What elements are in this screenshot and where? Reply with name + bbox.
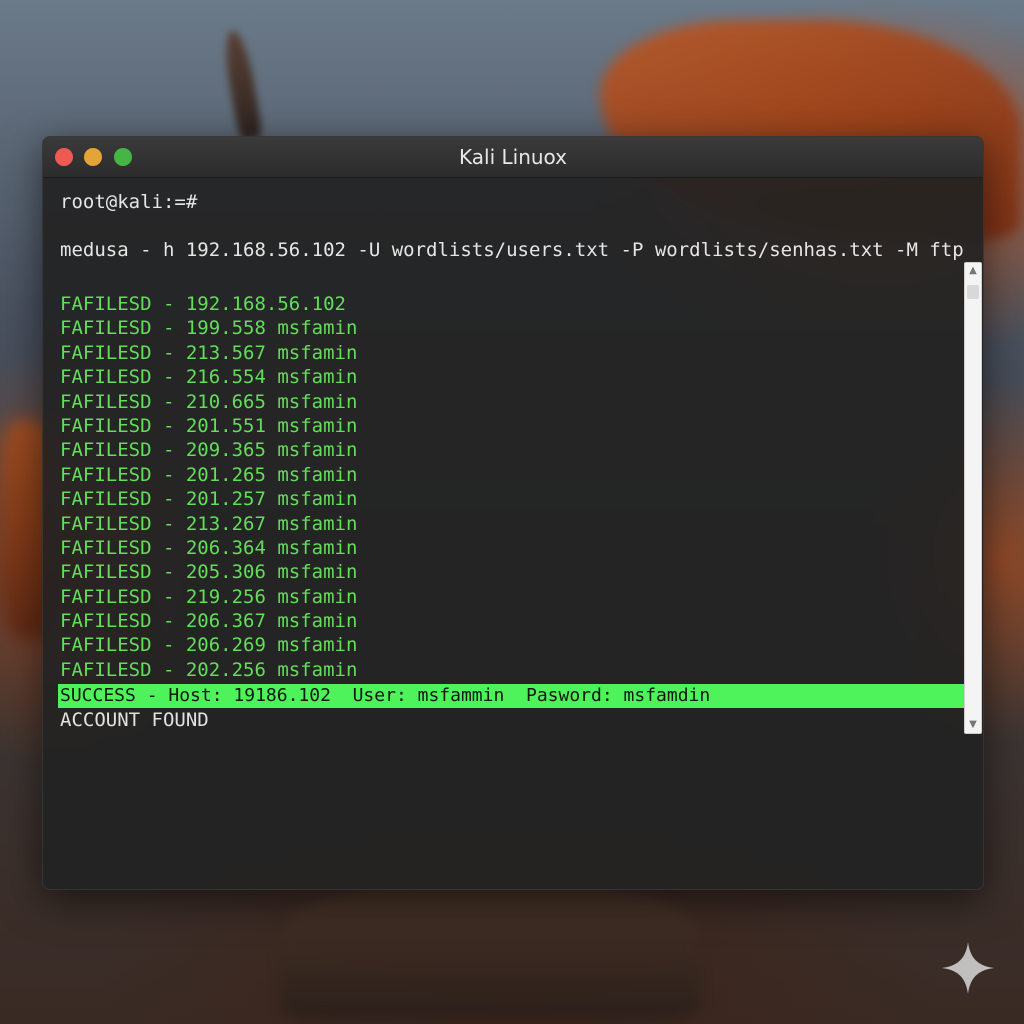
vertical-scrollbar[interactable]: ▲ ▼: [964, 262, 982, 734]
success-line: SUCCESS - Host: 19186.102 User: msfammin…: [58, 684, 964, 708]
log-line: FAFILESD - 206.364 msfamin: [60, 536, 358, 559]
attempt-log: FAFILESD - 192.168.56.102 FAFILESD - 199…: [60, 292, 357, 682]
log-line: FAFILESD - 213.267 msfamin: [60, 512, 358, 535]
window-title: Kali Linuox: [459, 145, 567, 169]
terminal-output[interactable]: root@kali:=# medusa - h 192.168.56.102 -…: [43, 177, 983, 889]
command-line: medusa - h 192.168.56.102 -U wordlists/u…: [60, 239, 964, 261]
log-line: FAFILESD - 199.558 msfamin: [60, 317, 358, 340]
shell-prompt: root@kali:=#: [60, 191, 198, 213]
log-line: FAFILESD - 216.554 msfamin: [60, 366, 358, 389]
sparkle-icon: [942, 942, 994, 994]
log-line: FAFILESD - 202.256 msfamin: [60, 658, 358, 681]
scroll-down-arrow-icon[interactable]: ▼: [965, 717, 981, 733]
title-bar[interactable]: Kali Linuox: [43, 137, 983, 178]
log-line: FAFILESD - 201.257 msfamin: [60, 488, 358, 511]
log-line: FAFILESD - 206.367 msfamin: [60, 610, 358, 633]
log-line: FAFILESD - 201.551 msfamin: [60, 414, 358, 437]
log-line: FAFILESD - 201.265 msfamin: [60, 463, 358, 486]
dragon-horn-background: [220, 28, 264, 142]
log-line: FAFILESD - 192.168.56.102: [60, 293, 346, 315]
log-line: FAFILESD - 219.256 msfamin: [60, 585, 358, 608]
dragon-claws-background: [280, 880, 700, 1020]
scroll-up-arrow-icon[interactable]: ▲: [965, 263, 981, 279]
log-line: FAFILESD - 213.567 msfamin: [60, 341, 358, 364]
log-line: FAFILESD - 210.665 msfamin: [60, 390, 358, 413]
account-found-line: ACCOUNT FOUND: [60, 709, 209, 731]
terminal-window: Kali Linuox root@kali:=# medusa - h 192.…: [42, 136, 984, 890]
scroll-thumb[interactable]: [967, 285, 979, 299]
log-line: FAFILESD - 206.269 msfamin: [60, 634, 358, 657]
log-line: FAFILESD - 205.306 msfamin: [60, 561, 358, 584]
log-line: FAFILESD - 209.365 msfamin: [60, 439, 358, 462]
